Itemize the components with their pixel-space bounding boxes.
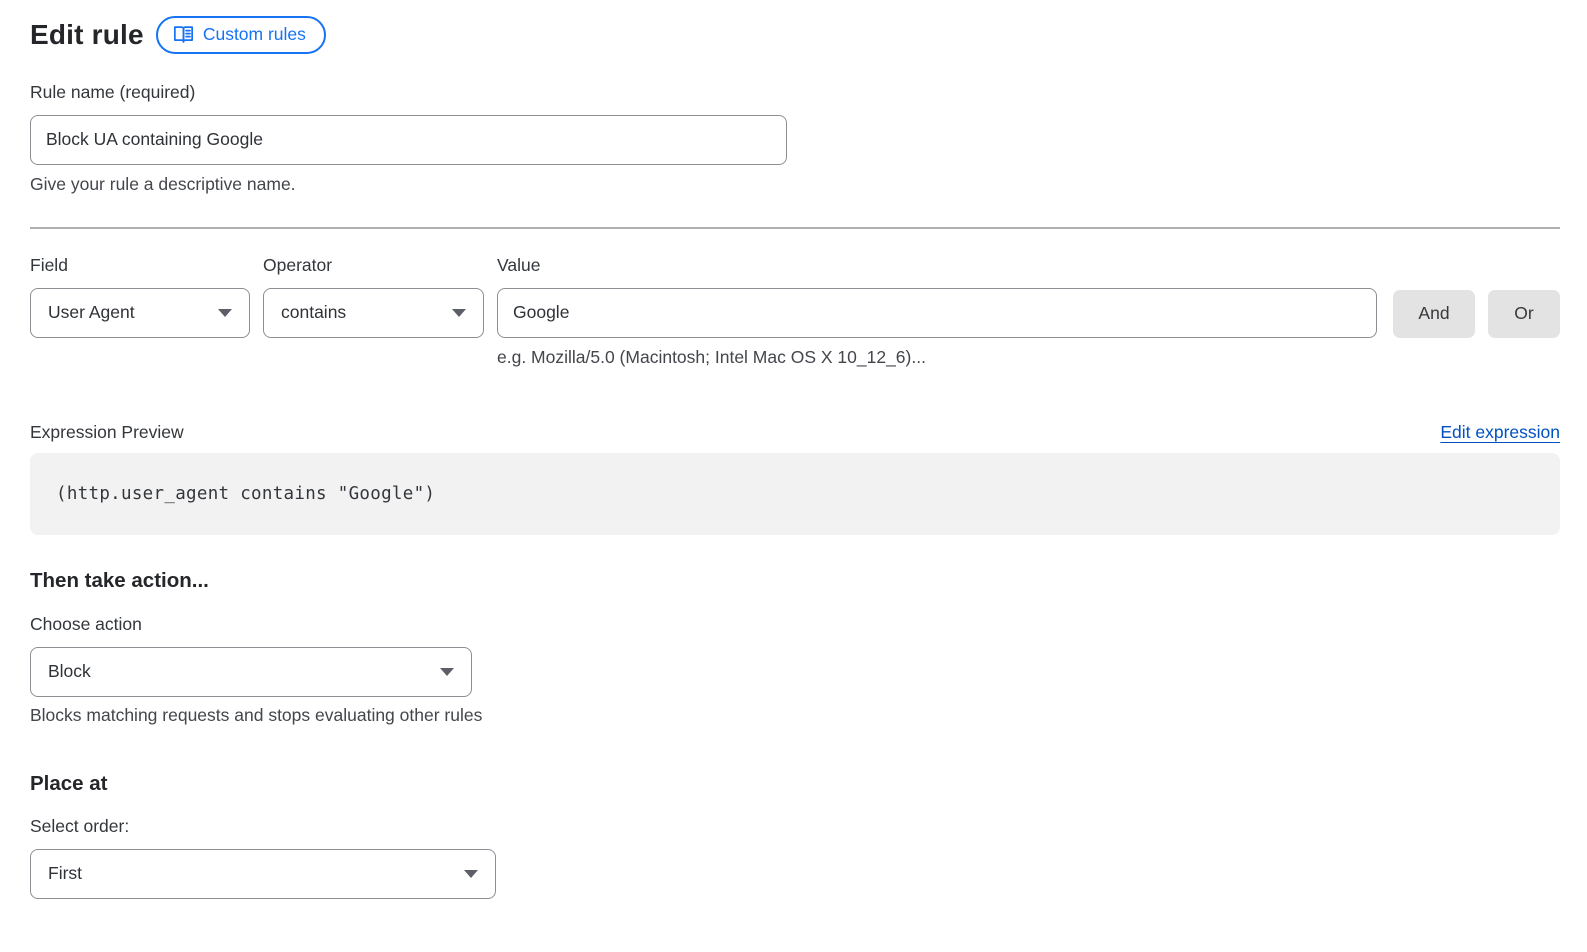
condition-builder: Field User Agent Operator contains Value…: [30, 255, 1560, 368]
field-label: Field: [30, 255, 250, 276]
operator-column: Operator contains: [263, 255, 484, 338]
order-select-value: First: [48, 863, 82, 884]
condition-logic-buttons: And Or: [1393, 290, 1560, 338]
select-order-label: Select order:: [30, 816, 1560, 837]
field-select[interactable]: User Agent: [30, 288, 250, 338]
open-book-icon: [173, 25, 194, 44]
page-title: Edit rule: [30, 19, 144, 51]
choose-action-label: Choose action: [30, 614, 1560, 635]
action-heading: Then take action...: [30, 569, 1560, 593]
and-button[interactable]: And: [1393, 290, 1475, 338]
place-at-heading: Place at: [30, 772, 1560, 796]
action-select[interactable]: Block: [30, 647, 472, 697]
rule-name-section: Rule name (required) Give your rule a de…: [30, 82, 1560, 195]
expression-header: Expression Preview Edit expression: [30, 422, 1560, 443]
edit-expression-link[interactable]: Edit expression: [1440, 422, 1560, 443]
expression-preview-label: Expression Preview: [30, 422, 184, 443]
chevron-down-icon: [218, 309, 232, 317]
expression-preview-code: (http.user_agent contains "Google"): [30, 453, 1560, 535]
chevron-down-icon: [440, 668, 454, 676]
custom-rules-badge-label: Custom rules: [203, 23, 306, 46]
field-column: Field User Agent: [30, 255, 250, 338]
operator-select-value: contains: [281, 302, 346, 323]
value-label: Value: [497, 255, 1377, 276]
field-select-value: User Agent: [48, 302, 135, 323]
value-input[interactable]: [497, 288, 1377, 338]
rule-name-input[interactable]: [30, 115, 787, 165]
value-column: Value e.g. Mozilla/5.0 (Macintosh; Intel…: [497, 255, 1377, 368]
chevron-down-icon: [452, 309, 466, 317]
action-section: Then take action... Choose action Block …: [30, 569, 1560, 726]
section-divider: [30, 227, 1560, 229]
chevron-down-icon: [464, 870, 478, 878]
edit-rule-page: Edit rule Custom rules Rule name (requir…: [30, 0, 1560, 899]
action-helper: Blocks matching requests and stops evalu…: [30, 705, 1560, 726]
operator-select[interactable]: contains: [263, 288, 484, 338]
rule-name-label: Rule name (required): [30, 82, 1560, 103]
rule-name-helper: Give your rule a descriptive name.: [30, 174, 1560, 195]
or-button[interactable]: Or: [1488, 290, 1560, 338]
page-header: Edit rule Custom rules: [30, 16, 1560, 54]
placement-section: Place at Select order: First: [30, 772, 1560, 899]
value-helper: e.g. Mozilla/5.0 (Macintosh; Intel Mac O…: [497, 347, 1377, 368]
action-select-value: Block: [48, 661, 91, 682]
order-select[interactable]: First: [30, 849, 496, 899]
custom-rules-badge[interactable]: Custom rules: [156, 16, 326, 54]
expression-text: (http.user_agent contains "Google"): [56, 484, 435, 504]
operator-label: Operator: [263, 255, 484, 276]
